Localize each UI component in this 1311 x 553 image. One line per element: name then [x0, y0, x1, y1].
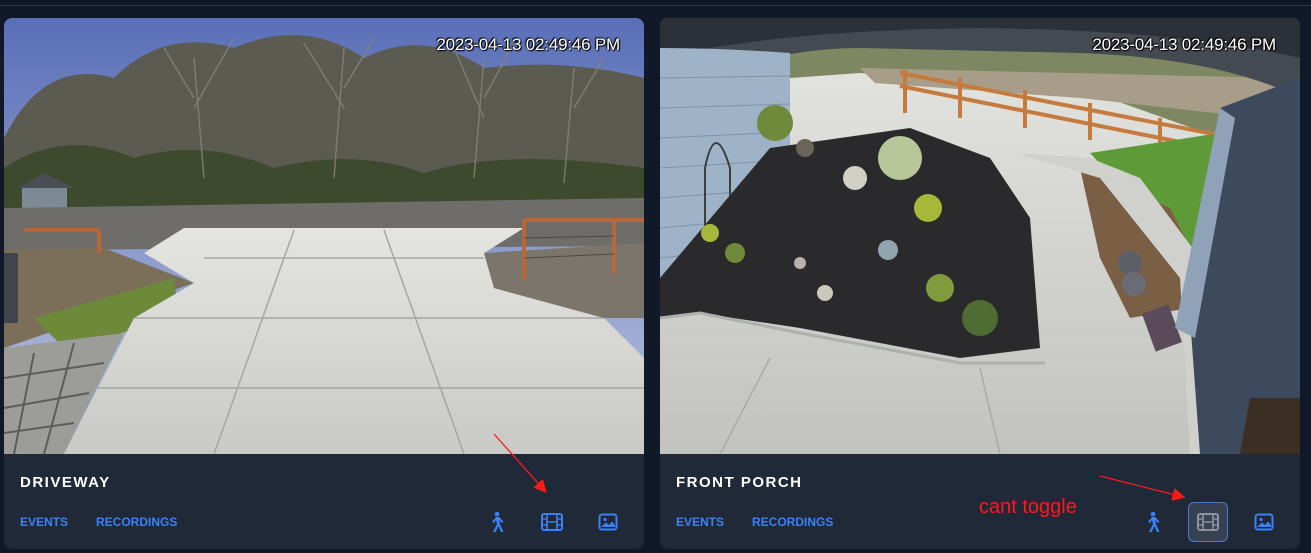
camera-timestamp: 2023-04-13 02:49:46 PM — [436, 35, 620, 54]
camera-feed-driveway[interactable] — [4, 18, 644, 454]
recordings-film-icon — [1197, 513, 1219, 531]
camera-card-front-porch: 2023-04-13 02:49:46 PM FRONT PORCH EVENT… — [660, 18, 1300, 549]
recordings-toggle-button[interactable] — [1188, 502, 1228, 542]
recordings-link[interactable]: RECORDINGS — [96, 515, 177, 529]
recordings-film-icon — [541, 513, 563, 531]
annotation-text: cant toggle — [979, 496, 1077, 518]
motion-icon — [1148, 511, 1160, 532]
events-link[interactable]: EVENTS — [676, 515, 724, 529]
snapshot-icon — [598, 513, 618, 531]
snapshot-icon — [1254, 513, 1274, 531]
camera-feed-front-porch[interactable] — [660, 18, 1300, 454]
motion-icon — [492, 511, 504, 532]
snapshot-toggle-button[interactable] — [588, 502, 628, 542]
motion-toggle-button[interactable] — [1132, 502, 1172, 542]
events-link[interactable]: EVENTS — [20, 515, 68, 529]
motion-toggle-button[interactable] — [476, 502, 516, 542]
camera-name: FRONT PORCH — [676, 474, 803, 491]
camera-timestamp: 2023-04-13 02:49:46 PM — [1092, 35, 1276, 54]
top-bar — [0, 0, 1311, 6]
snapshot-toggle-button[interactable] — [1244, 502, 1284, 542]
recordings-toggle-button[interactable] — [532, 502, 572, 542]
camera-card-driveway: 2023-04-13 02:49:46 PM DRIVEWAY EVENTS R… — [4, 18, 644, 549]
recordings-link[interactable]: RECORDINGS — [752, 515, 833, 529]
camera-name: DRIVEWAY — [20, 474, 111, 491]
